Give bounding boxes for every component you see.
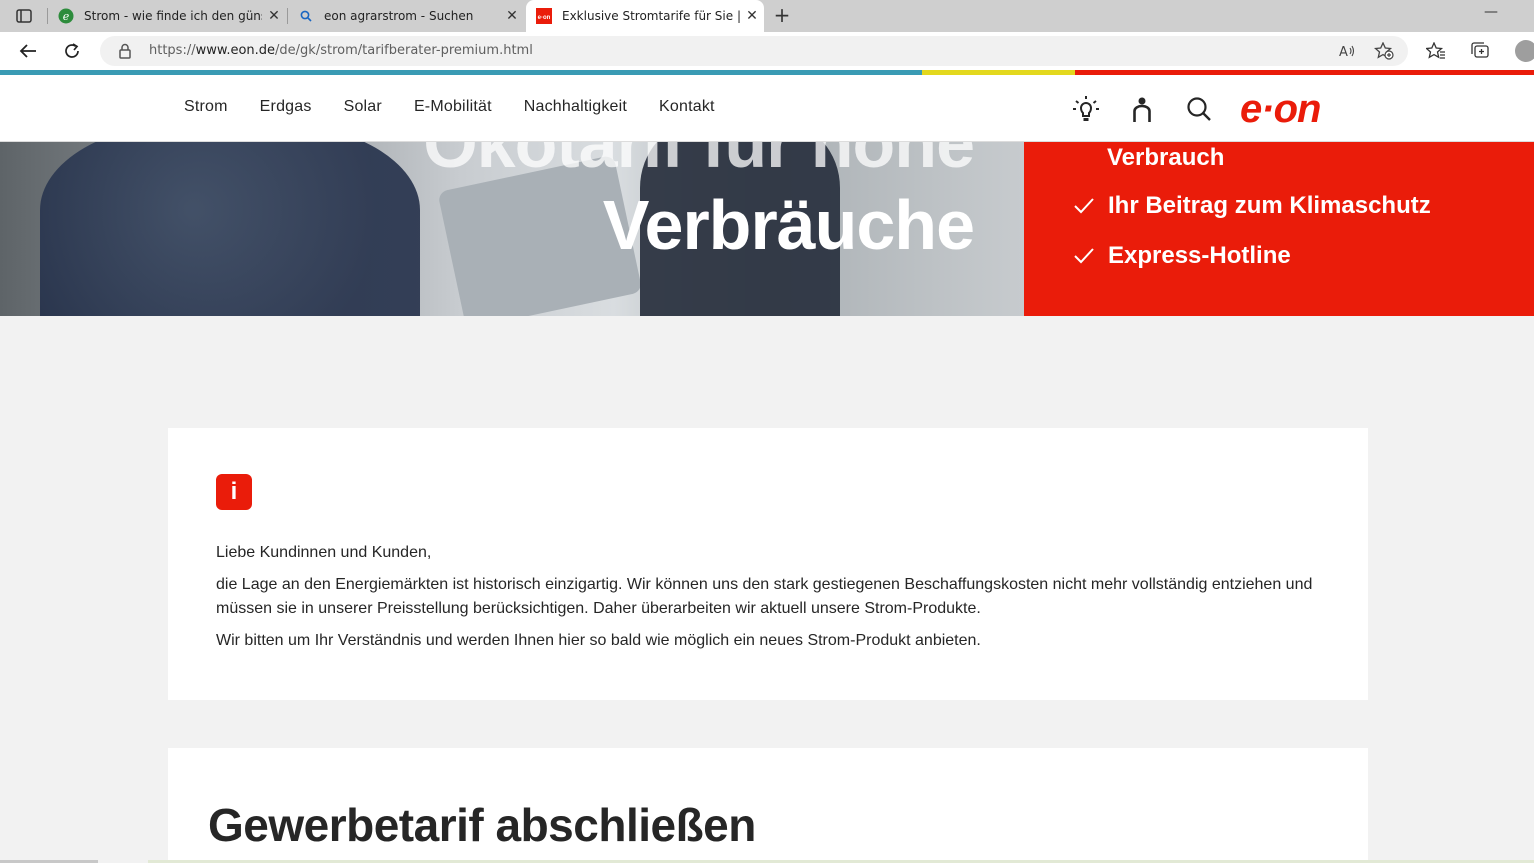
close-tab-icon[interactable]: ✕ [262, 8, 286, 24]
tab-strom-guide[interactable]: e Strom - wie finde ich den günstig ✕ [48, 0, 286, 32]
search-icon [1187, 97, 1211, 121]
new-tab-button[interactable]: + [770, 4, 794, 28]
green-leaf-icon: e [58, 8, 74, 24]
close-tab-icon[interactable]: ✕ [500, 8, 524, 24]
account-button[interactable] [1126, 93, 1158, 125]
profile-avatar[interactable] [1515, 40, 1534, 62]
collections-button[interactable] [1469, 41, 1491, 61]
lightbulb-icon [1073, 96, 1099, 121]
search-icon [298, 8, 314, 24]
checkmark-icon [1074, 248, 1096, 264]
svg-text:e·on: e·on [538, 15, 551, 21]
browser-toolbar: https://www.eon.de/de/gk/strom/tarifbera… [0, 32, 1534, 70]
notice-paragraph: die Lage an den Energiemärkten ist histo… [216, 576, 1313, 617]
section-heading: Gewerbetarif abschließen [208, 799, 756, 851]
tab-eon-search[interactable]: eon agrarstrom - Suchen ✕ [288, 0, 524, 32]
checkmark-icon [1074, 198, 1096, 214]
back-button[interactable] [14, 38, 42, 64]
address-bar[interactable]: https://www.eon.de/de/gk/strom/tarifbera… [100, 36, 1408, 66]
add-favorite-icon[interactable] [1373, 41, 1394, 64]
benefit-item: Express-Hotline [1074, 242, 1291, 270]
notice-greeting: Liebe Kundinnen und Kunden, [216, 544, 432, 561]
nav-item-e-mobilitaet[interactable]: E-Mobilität [414, 98, 492, 116]
nav-item-kontakt[interactable]: Kontakt [659, 98, 715, 116]
collections-icon [1471, 42, 1489, 58]
lock-icon[interactable] [118, 43, 132, 63]
hero-image: Ökotarif für hohe Verbräuche [0, 142, 1024, 316]
site-search-button[interactable] [1183, 93, 1215, 125]
eon-favicon: e·on [536, 8, 552, 24]
site-header: Strom Erdgas Solar E-Mobilität Nachhalti… [0, 75, 1534, 142]
benefit-label: Express-Hotline [1108, 242, 1291, 269]
favorites-icon [1426, 42, 1445, 59]
hero-title-line2: Verbräuche [602, 186, 975, 264]
url-host: www.eon.de [195, 43, 276, 58]
url-text: https://www.eon.de/de/gk/strom/tarifbera… [149, 43, 533, 58]
svg-text:A: A [1339, 45, 1348, 59]
notice-paragraph: Wir bitten um Ihr Verständnis und werden… [216, 632, 981, 649]
hero-benefits-panel: Verbrauch Ihr Beitrag zum Klimaschutz Ex… [1024, 142, 1534, 316]
tab-title: Exklusive Stromtarife für Sie | EO [562, 9, 740, 23]
notice-card: i Liebe Kundinnen und Kunden, die Lage a… [168, 428, 1368, 700]
reload-icon [65, 43, 79, 58]
nav-item-strom[interactable]: Strom [184, 98, 228, 116]
arrow-left-icon [19, 44, 36, 58]
person-icon [1133, 97, 1151, 122]
hero-title-line1: Ökotarif für hohe [423, 142, 975, 182]
close-tab-icon[interactable]: ✕ [740, 8, 764, 24]
reload-button[interactable] [58, 38, 86, 64]
tariff-section-card: Gewerbetarif abschließen [168, 748, 1368, 863]
hero-person-left [40, 142, 420, 316]
benefit-label: Verbrauch [1107, 144, 1225, 171]
browser-tab-bar: e Strom - wie finde ich den günstig ✕ eo… [0, 0, 1534, 32]
benefit-item: Verbrauch [1107, 144, 1224, 172]
tab-title: Strom - wie finde ich den günstig [84, 9, 262, 23]
svg-text:e: e [63, 10, 70, 23]
tab-actions-icon [16, 9, 32, 23]
url-scheme: https:// [149, 43, 196, 58]
read-aloud-icon[interactable]: A [1338, 43, 1356, 63]
lightbulb-button[interactable] [1070, 93, 1102, 125]
nav-item-erdgas[interactable]: Erdgas [260, 98, 312, 116]
benefit-item: Ihr Beitrag zum Klimaschutz [1074, 192, 1431, 220]
url-path: /de/gk/strom/tarifberater-premium.html [275, 43, 533, 58]
eon-logo[interactable]: e·on [1240, 87, 1321, 132]
tab-eon-stromtarife[interactable]: e·on Exklusive Stromtarife für Sie | EO … [526, 0, 764, 32]
favorites-button[interactable] [1425, 41, 1447, 61]
benefit-label: Ihr Beitrag zum Klimaschutz [1108, 192, 1431, 219]
tab-actions-button[interactable] [8, 4, 40, 28]
nav-item-nachhaltigkeit[interactable]: Nachhaltigkeit [524, 98, 627, 116]
hero-title: Ökotarif für hohe Verbräuche [423, 142, 975, 266]
minimize-window-button[interactable]: — [1484, 4, 1498, 20]
tab-title: eon agrarstrom - Suchen [324, 9, 474, 23]
main-navigation: Strom Erdgas Solar E-Mobilität Nachhalti… [184, 98, 747, 116]
nav-item-solar[interactable]: Solar [344, 98, 382, 116]
info-icon: i [216, 474, 252, 510]
